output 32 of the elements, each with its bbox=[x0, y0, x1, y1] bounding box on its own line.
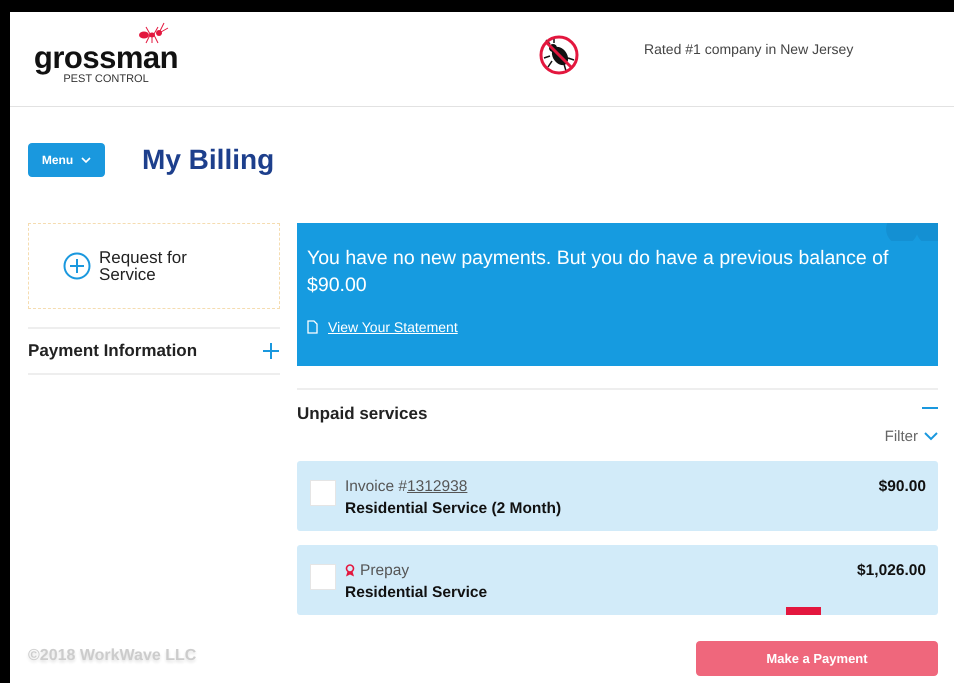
amount: $1,026.00 bbox=[857, 562, 926, 581]
view-statement-link[interactable]: View Your Statement bbox=[328, 318, 458, 335]
make-payment-button[interactable]: Make a Payment bbox=[696, 640, 938, 676]
section-title: Unpaid services bbox=[297, 404, 428, 424]
chevron-icon bbox=[924, 432, 938, 441]
invoice-link[interactable]: 1312938 bbox=[407, 478, 468, 496]
filter-button[interactable]: Filter bbox=[884, 428, 938, 445]
service-name: Residential Service (2 Month) bbox=[345, 500, 562, 518]
checkbox[interactable] bbox=[310, 564, 336, 590]
chevron-icon bbox=[81, 157, 92, 163]
invoice-label: Invoice # bbox=[345, 478, 408, 496]
prepay-label: Prepay bbox=[360, 562, 410, 580]
company-logo: grossman PEST CONTROL bbox=[30, 33, 182, 85]
expand-button[interactable] bbox=[262, 342, 280, 360]
collapse-icon bbox=[922, 406, 938, 410]
service-name: Residential Service bbox=[345, 584, 488, 602]
add-circle-icon bbox=[63, 252, 91, 280]
ribbon-icon bbox=[345, 564, 355, 578]
no-bug-icon bbox=[538, 34, 580, 76]
ant-icon bbox=[139, 22, 168, 44]
menu-button[interactable]: Menu bbox=[28, 143, 105, 177]
request-service-button[interactable]: Request for Service bbox=[28, 222, 280, 309]
slogan: Rated #1 company in New Jersey bbox=[644, 41, 854, 57]
collapse-button[interactable] bbox=[922, 406, 938, 410]
page-title: My Billing bbox=[142, 144, 274, 176]
balance-message: You have no new payments. But you do have a previous balance of $90.00 bbox=[307, 246, 890, 298]
checkbox[interactable] bbox=[310, 480, 336, 506]
section-title: Payment Information bbox=[28, 340, 198, 361]
expand-icon bbox=[262, 342, 280, 360]
status-marker bbox=[786, 606, 821, 615]
document-icon bbox=[307, 320, 318, 334]
amount: $90.00 bbox=[878, 478, 926, 497]
